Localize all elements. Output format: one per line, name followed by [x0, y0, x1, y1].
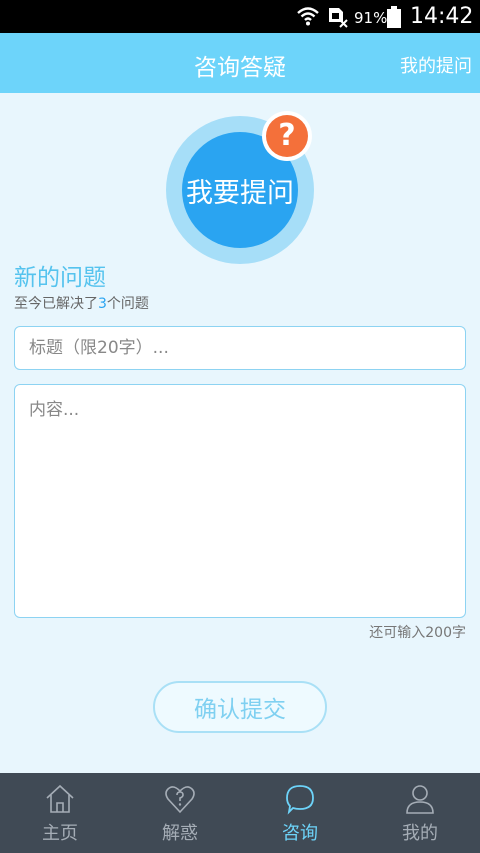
- wifi-icon: [297, 7, 319, 26]
- tab-answers[interactable]: 解惑: [120, 773, 240, 853]
- solved-count: 3: [98, 296, 107, 312]
- home-icon: [46, 784, 74, 813]
- my-questions-link[interactable]: 我的提问: [400, 52, 472, 78]
- submit-button[interactable]: 确认提交: [153, 681, 327, 733]
- content-input[interactable]: [14, 384, 466, 618]
- remaining-chars-counter: 还可输入200字: [369, 625, 466, 641]
- title-input[interactable]: [14, 326, 466, 370]
- new-question-heading: 新的问题: [14, 265, 106, 291]
- bottom-tab-bar: 主页 解惑 咨询 我的: [0, 773, 480, 853]
- battery-percent: 91%: [354, 9, 388, 27]
- tab-consult[interactable]: 咨询: [240, 773, 360, 853]
- battery-icon: [387, 6, 401, 28]
- tab-home-label: 主页: [42, 823, 78, 844]
- clock: 14:42: [410, 4, 474, 29]
- question-mark-badge: ?: [262, 111, 312, 161]
- tab-mine[interactable]: 我的: [360, 773, 480, 853]
- no-sim-icon: [329, 8, 348, 28]
- heart-question-icon: [165, 786, 195, 814]
- status-bar: 91% 14:42: [0, 0, 480, 33]
- solved-count-text: 至今已解决了3个问题: [14, 293, 149, 313]
- chat-bubble-icon: [286, 785, 314, 815]
- tab-consult-label: 咨询: [282, 823, 318, 844]
- solved-prefix: 至今已解决了: [14, 296, 98, 312]
- user-icon: [406, 785, 434, 814]
- solved-suffix: 个问题: [106, 296, 149, 312]
- tab-mine-label: 我的: [402, 823, 438, 844]
- tab-home[interactable]: 主页: [0, 773, 120, 853]
- question-mark-icon: ?: [266, 115, 308, 157]
- app-bar: 咨询答疑 我的提问: [0, 33, 480, 93]
- ask-question-area: 我要提问 ?: [166, 106, 314, 264]
- tab-answers-label: 解惑: [162, 823, 198, 844]
